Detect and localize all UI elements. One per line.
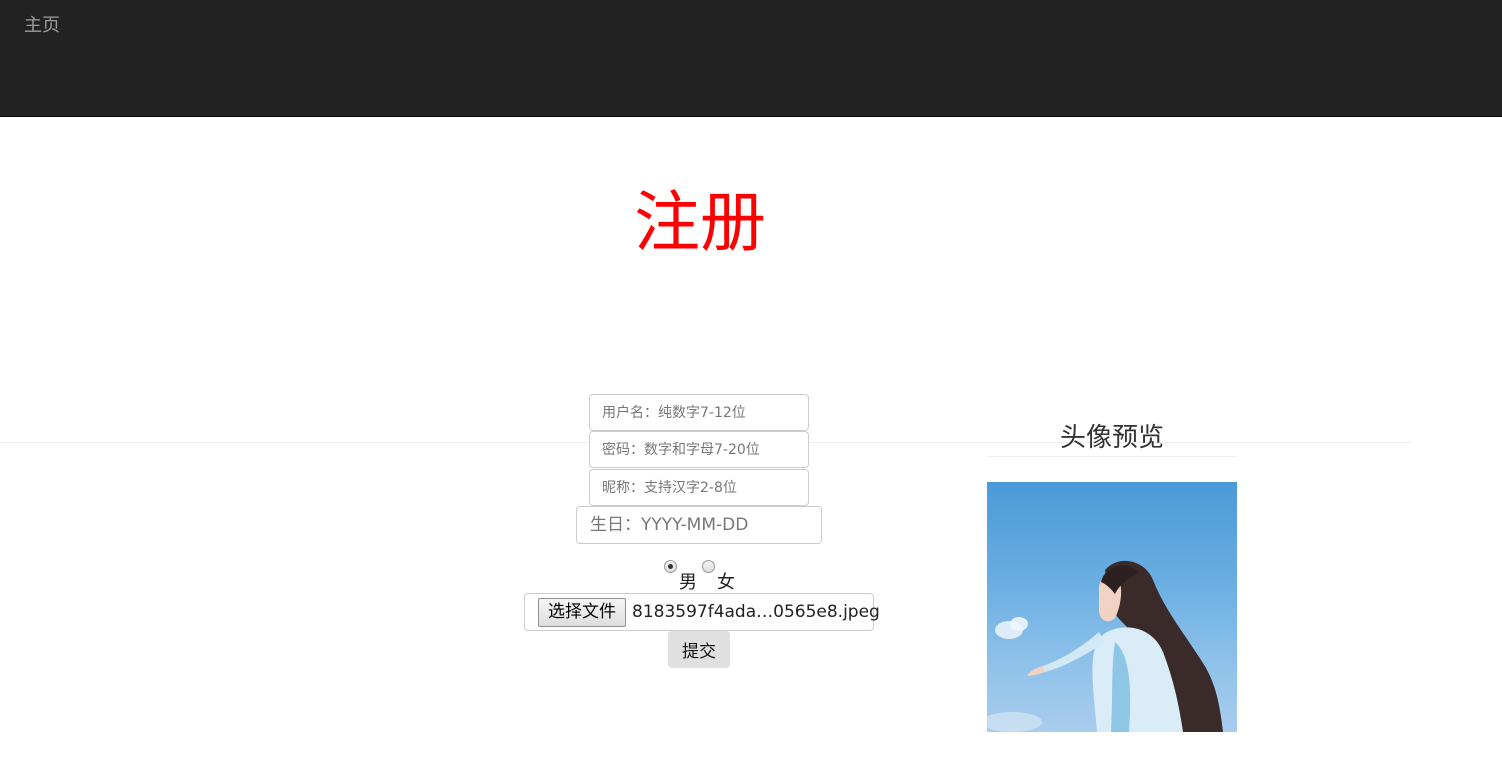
selected-file-name: 8183597f4ada…0565e8.jpeg [632,602,880,622]
gender-female-radio[interactable] [702,560,715,573]
avatar-preview-title: 头像预览 [1059,423,1164,453]
choose-file-button[interactable]: 选择文件 [538,598,626,627]
birthday-input[interactable] [576,506,822,544]
gender-male-radio[interactable] [664,560,677,573]
password-input[interactable] [589,431,809,468]
nickname-input[interactable] [589,469,809,506]
avatar-photo [987,560,1223,732]
avatar-file-input[interactable]: 选择文件 8183597f4ada…0565e8.jpeg [524,593,880,631]
submit-button[interactable]: 提交 [668,631,730,668]
page-title: 注册 [634,184,766,261]
preview-divider [987,456,1237,457]
top-navbar: 主页 [0,0,1502,117]
gender-female-label: 女 [717,572,735,593]
nav-home-link[interactable]: 主页 [24,11,60,37]
username-input[interactable] [589,394,809,431]
avatar-preview-image [987,482,1237,732]
gender-male-label: 男 [679,572,697,593]
